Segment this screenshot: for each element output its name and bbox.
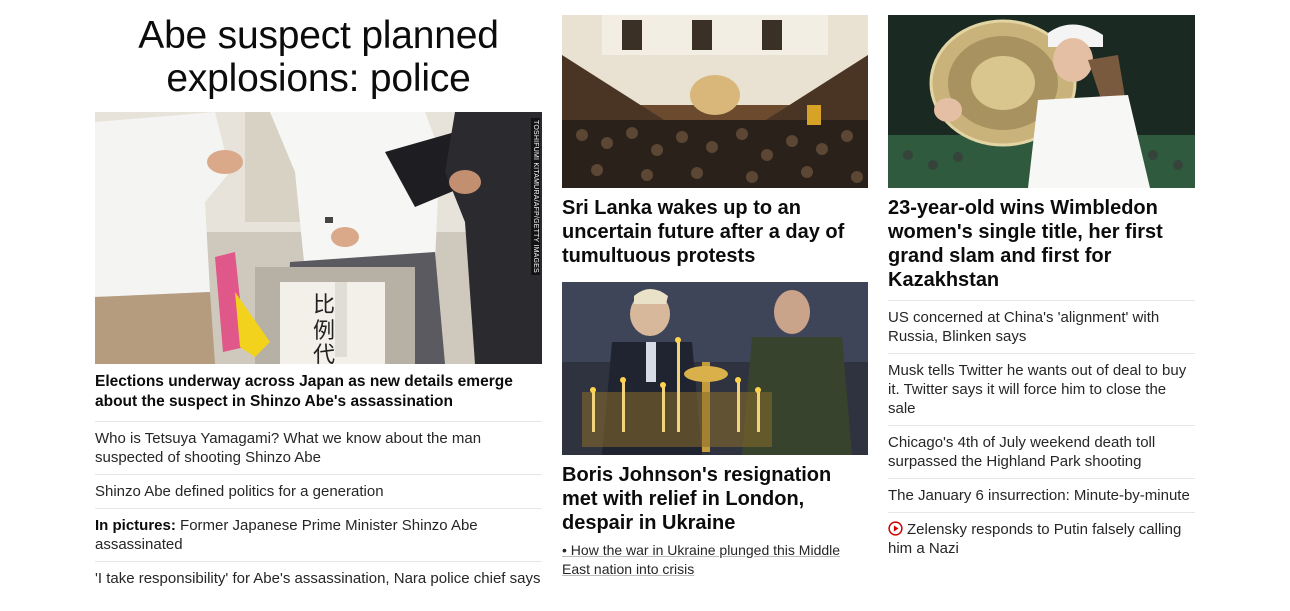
play-circle-icon (888, 521, 903, 536)
photo-credit: TOSHIFUMI KITAMURA/AFP/GETTY IMAGES (531, 118, 540, 275)
lead-related-list: Who is Tetsuya Yamagami? What we know ab… (95, 422, 542, 595)
svg-text:比: 比 (313, 293, 335, 318)
sri-lanka-story-title[interactable]: Sri Lanka wakes up to an uncertain futur… (562, 196, 868, 268)
list-item-prefix: In pictures: (95, 517, 176, 534)
page: Abe suspect planned explosions: police 比 (0, 0, 1290, 611)
list-item-text: Musk tells Twitter he wants out of deal … (888, 362, 1187, 417)
list-item-text: US concerned at China's 'alignment' with… (888, 309, 1160, 345)
headline-list: US concerned at China's 'alignment' with… (888, 300, 1195, 565)
list-item-text: Shinzo Abe defined politics for a genera… (95, 483, 384, 500)
svg-text:例: 例 (313, 319, 335, 344)
johnson-story-title[interactable]: Boris Johnson's resignation met with rel… (562, 463, 868, 535)
list-item[interactable]: Zelensky responds to Putin falsely calli… (888, 513, 1195, 565)
list-item-text: The January 6 insurrection: Minute-by-mi… (888, 487, 1190, 504)
svg-text:代: 代 (313, 343, 335, 364)
johnson-zelensky-photo[interactable] (562, 282, 868, 455)
lead-headline[interactable]: Abe suspect planned explosions: police (95, 14, 542, 100)
list-item-text: Zelensky responds to Putin falsely calli… (888, 521, 1182, 557)
list-item[interactable]: The January 6 insurrection: Minute-by-mi… (888, 479, 1195, 513)
list-item[interactable]: Musk tells Twitter he wants out of deal … (888, 354, 1195, 426)
lead-story-title[interactable]: Elections underway across Japan as new d… (95, 372, 542, 422)
related-link[interactable]: • How the war in Ukraine plunged this Mi… (562, 541, 868, 579)
list-item-text: Chicago's 4th of July weekend death toll… (888, 434, 1156, 470)
list-item[interactable]: Chicago's 4th of July weekend death toll… (888, 426, 1195, 479)
middle-column: Sri Lanka wakes up to an uncertain futur… (562, 0, 868, 579)
list-item-text: 'I take responsibility' for Abe's assass… (95, 570, 541, 587)
abe-election-photo[interactable]: 比 例 代 TOSHIFUMI KITAMURA/AFP/GETTY IMAGE… (95, 112, 542, 364)
list-item-text: Who is Tetsuya Yamagami? What we know ab… (95, 430, 482, 466)
right-column: 23-year-old wins Wimbledon women's singl… (888, 0, 1195, 565)
lead-column: Abe suspect planned explosions: police 比 (95, 0, 542, 595)
list-item[interactable]: Shinzo Abe defined politics for a genera… (95, 475, 542, 509)
list-item[interactable]: In pictures: Former Japanese Prime Minis… (95, 509, 542, 562)
list-item[interactable]: US concerned at China's 'alignment' with… (888, 301, 1195, 354)
sri-lanka-protest-photo[interactable] (562, 15, 868, 188)
list-item[interactable]: Who is Tetsuya Yamagami? What we know ab… (95, 422, 542, 475)
wimbledon-story-title[interactable]: 23-year-old wins Wimbledon women's singl… (888, 196, 1195, 292)
list-item[interactable]: 'I take responsibility' for Abe's assass… (95, 562, 542, 595)
wimbledon-photo[interactable] (888, 15, 1195, 188)
